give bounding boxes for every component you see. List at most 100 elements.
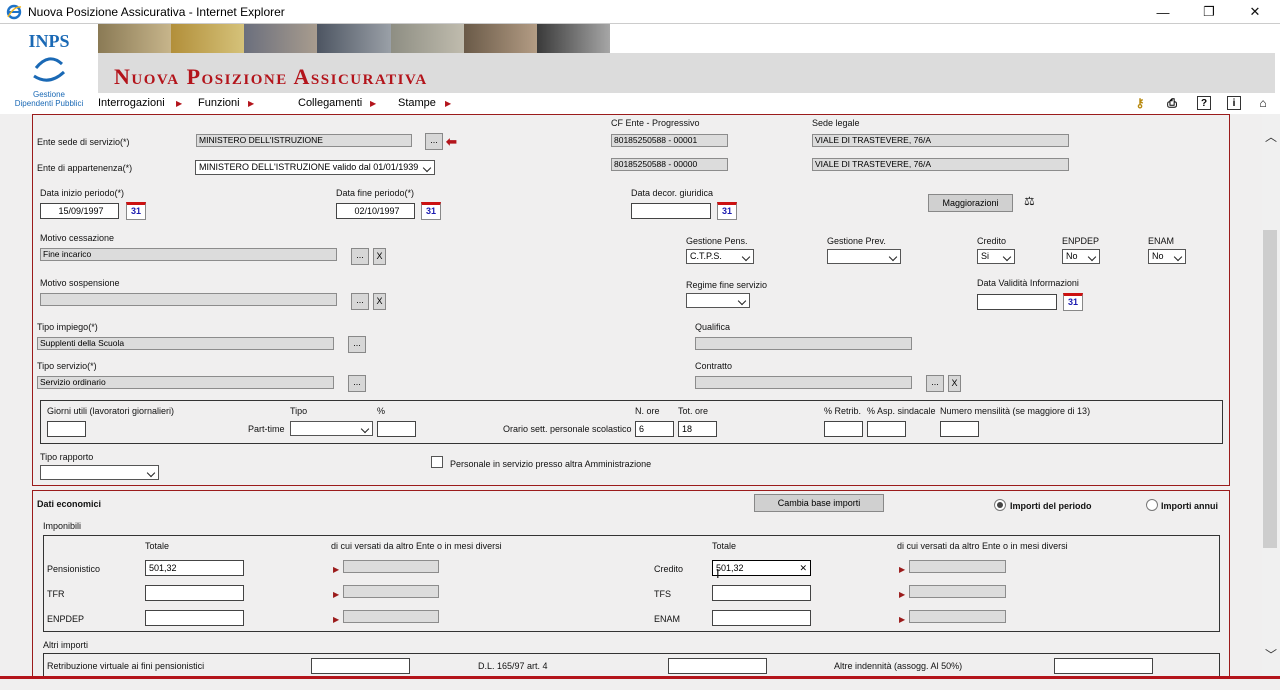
enpdep-select[interactable]: No [1062,249,1100,264]
dl-input[interactable] [668,658,767,674]
contratto-clear-button[interactable]: X [948,375,961,392]
ente-sede-lookup-button[interactable]: ... [425,133,443,150]
data-fine-label: Data fine periodo(*) [336,188,415,198]
enpdep-input[interactable] [145,610,244,626]
logo-subtitle-line-2: Dipendenti Pubblici [14,99,84,108]
calendar-icon[interactable]: 31 [421,202,441,220]
data-inizio-input[interactable]: 15/09/1997 [40,203,119,219]
home-icon[interactable]: ⌂ [1254,95,1272,111]
scroll-up-icon[interactable]: ︿ [1265,128,1277,145]
print-icon[interactable]: ⎙ [1163,95,1181,111]
scroll-down-icon[interactable]: ﹀ [1265,646,1277,663]
key-icon[interactable]: ⚷ [1131,95,1149,111]
regime-select[interactable] [686,293,750,308]
motivo-sospensione-lookup-button[interactable]: ... [351,293,369,310]
data-fine-input[interactable]: 02/10/1997 [336,203,415,219]
header-photo-strip [98,24,610,53]
retrib-input[interactable] [824,421,863,437]
arrow-left-icon: ⬅ [446,134,457,149]
importi-annui-label: Importi annui [1161,501,1218,511]
tipo-rapporto-select[interactable] [40,465,159,480]
ente-sede-label: Ente sede di servizio(*) [37,137,130,147]
minimize-button[interactable]: — [1140,0,1186,24]
arrow-right-icon[interactable]: ▶ [333,565,339,574]
enpdep-label: ENPDEP [1062,236,1100,246]
motivo-cessazione-field: Fine incarico [40,248,337,261]
window-title: Nuova Posizione Assicurativa - Internet … [28,5,285,19]
arrow-right-icon[interactable]: ▶ [899,565,905,574]
altre-indennita-input[interactable] [1054,658,1153,674]
economici-title: Dati economici [37,499,102,509]
menu-interrogazioni[interactable]: Interrogazioni [98,97,165,109]
motivo-sospensione-clear-button[interactable]: X [373,293,386,310]
tfs-label: TFS [654,589,671,599]
info-icon[interactable]: i [1227,96,1241,110]
asp-sindacale-input[interactable] [867,421,906,437]
ente-appartenenza-select[interactable]: MINISTERO DELL'ISTRUZIONE valido dal 01/… [195,160,435,175]
tfr-versati-field [343,585,439,598]
internet-explorer-icon [6,4,22,20]
maggiorazioni-button[interactable]: Maggiorazioni [928,194,1013,212]
tfs-input[interactable] [712,585,811,601]
enam-select[interactable]: No [1148,249,1186,264]
importi-annui-radio[interactable] [1146,499,1158,511]
scroll-thumb[interactable] [1263,230,1277,548]
arrow-right-icon[interactable]: ▶ [333,615,339,624]
enam-versati-field [909,610,1006,623]
help-icon[interactable]: ? [1197,96,1211,110]
tfr-input[interactable] [145,585,244,601]
tipo-servizio-field: Servizio ordinario [37,376,334,389]
tot-ore-input[interactable]: 18 [678,421,717,437]
retribuzione-input[interactable] [311,658,410,674]
importi-periodo-radio[interactable] [994,499,1006,511]
credito-input[interactable]: 501,32 ✕ [712,560,811,576]
n-ore-input[interactable]: 6 [635,421,674,437]
tipo-servizio-lookup-button[interactable]: ... [348,375,366,392]
tipo-impiego-lookup-button[interactable]: ... [348,336,366,353]
menu-collegamenti[interactable]: Collegamenti [298,97,362,109]
sede-legale-field-1: VIALE DI TRASTEVERE, 76/A [812,134,1069,147]
calendar-icon[interactable]: 31 [1063,293,1083,311]
enam-input[interactable] [712,610,811,626]
tipo-rapporto-label: Tipo rapporto [40,452,94,462]
arrow-right-icon[interactable]: ▶ [333,590,339,599]
credito-select[interactable]: Si [977,249,1015,264]
restore-button[interactable]: ❐ [1186,0,1232,24]
enpdep-versati-field [343,610,439,623]
menu-arrow-icon: ▶ [370,99,377,108]
part-time-label: Part-time [248,424,285,434]
personale-checkbox[interactable] [431,456,443,468]
giorni-utili-input[interactable] [47,421,86,437]
menu-funzioni[interactable]: Funzioni [198,97,240,109]
calendar-icon[interactable]: 31 [126,202,146,220]
qualifica-label: Qualifica [695,322,731,332]
part-time-select[interactable] [290,421,373,436]
cambia-base-button[interactable]: Cambia base importi [754,494,884,512]
pensionistico-input[interactable]: 501,32 [145,560,244,576]
clear-icon[interactable]: ✕ [799,561,807,575]
calendar-icon[interactable]: 31 [717,202,737,220]
gestione-pens-select[interactable]: C.T.P.S. [686,249,754,264]
close-window-button[interactable]: ✕ [1232,0,1278,24]
data-decor-input[interactable] [631,203,711,219]
sede-legale-label: Sede legale [812,118,860,128]
menu-stampe[interactable]: Stampe [398,97,436,109]
tipo-impiego-label: Tipo impiego(*) [37,322,98,332]
motivo-sospensione-field [40,293,337,306]
gestione-prev-select[interactable] [827,249,901,264]
enam-amount-label: ENAM [654,614,681,624]
contratto-lookup-button[interactable]: ... [926,375,944,392]
part-time-percent-input[interactable] [377,421,416,437]
money-bag-icon[interactable]: ⚖ [1024,194,1035,208]
retribuzione-label: Retribuzione virtuale ai fini pensionist… [47,661,205,671]
ente-sede-field: MINISTERO DELL'ISTRUZIONE [196,134,412,147]
arrow-right-icon[interactable]: ▶ [899,590,905,599]
motivo-cessazione-lookup-button[interactable]: ... [351,248,369,265]
cf-field-1: 80185250588 - 00001 [611,134,728,147]
tfr-label: TFR [47,589,65,599]
motivo-cessazione-clear-button[interactable]: X [373,248,386,265]
tfs-versati-field [909,585,1006,598]
arrow-right-icon[interactable]: ▶ [899,615,905,624]
validita-input[interactable] [977,294,1057,310]
mensilita-input[interactable] [940,421,979,437]
